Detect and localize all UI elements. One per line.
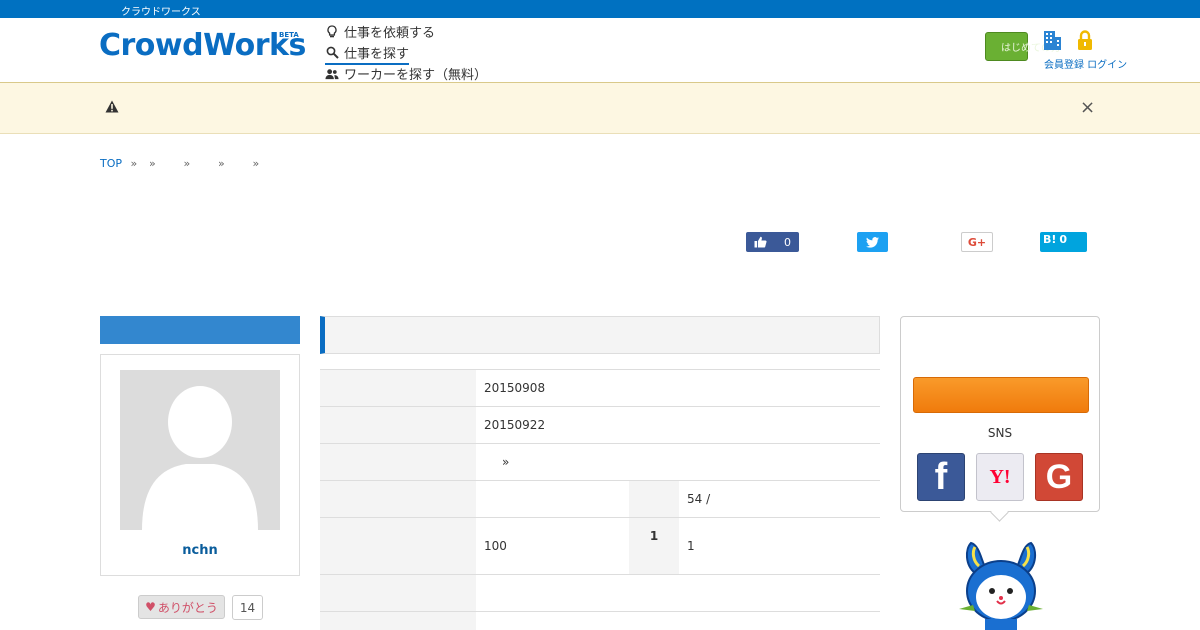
signup-box: SNS f Y! G xyxy=(900,316,1100,512)
facebook-like-button[interactable]: 0 xyxy=(746,232,799,252)
signup-button[interactable] xyxy=(913,377,1089,413)
detail-row: 54 / xyxy=(320,480,880,518)
warning-icon xyxy=(105,100,119,113)
nav-find-job-label: 仕事を探す xyxy=(344,47,410,62)
google-login-button[interactable]: G xyxy=(1035,453,1083,501)
users-icon xyxy=(325,67,339,81)
register-login-links[interactable]: 会員登録 ログイン xyxy=(1044,56,1127,71)
job-detail-header xyxy=(320,316,880,354)
site-header: CrowdWorks BETA 仕事を依頼する 仕事を探す ワーカーを探す（無料… xyxy=(0,18,1200,83)
lock-icon xyxy=(1078,30,1092,50)
detail-row-value-secondary: 54 / xyxy=(687,492,711,506)
detail-row-label xyxy=(320,518,476,575)
nav-post-job-label: 仕事を依頼する xyxy=(344,26,436,41)
breadcrumb-separator: » xyxy=(218,157,225,170)
facebook-login-button[interactable]: f xyxy=(917,453,965,501)
breadcrumb-separator: » xyxy=(149,157,156,170)
detail-row-value-secondary: 1 xyxy=(687,539,695,553)
top-bar-text: クラウドワークス xyxy=(121,7,201,18)
heart-icon: ♥ xyxy=(145,600,156,614)
detail-row-label xyxy=(320,575,476,612)
detail-row: » xyxy=(320,443,880,481)
detail-row-value: 20150922 xyxy=(484,418,546,432)
avatar[interactable] xyxy=(120,370,280,530)
detail-row: 20150908 xyxy=(320,369,880,407)
detail-row-label xyxy=(320,444,476,481)
nav-post-job[interactable]: 仕事を依頼する xyxy=(325,22,435,41)
client-profile-card: nchn xyxy=(100,354,300,576)
detail-row xyxy=(320,611,880,630)
top-bar: クラウドワークス xyxy=(0,0,1200,18)
notice-banner: × xyxy=(0,83,1200,134)
hatena-label: B! xyxy=(1043,233,1057,246)
detail-row: 20150922 xyxy=(320,406,880,444)
lightbulb-icon xyxy=(325,25,339,39)
crowdworks-logo[interactable]: CrowdWorks xyxy=(99,28,306,63)
client-username[interactable]: nchn xyxy=(101,543,299,558)
nav-find-worker-label: ワーカーを探す（無料） xyxy=(344,68,488,83)
building-icon xyxy=(1044,31,1061,50)
breadcrumb-separator: » xyxy=(252,157,260,170)
beta-badge: BETA xyxy=(279,31,299,39)
thumbs-up-icon xyxy=(754,236,767,248)
thanks-button-label: ありがとう xyxy=(157,600,218,615)
breadcrumb-separator: » xyxy=(183,157,191,170)
breadcrumb-top[interactable]: TOP xyxy=(100,157,122,170)
hatena-count: 0 xyxy=(1059,233,1068,246)
detail-row-label xyxy=(320,370,476,407)
twitter-bird-icon xyxy=(866,236,879,248)
thanks-button[interactable]: ♥ ありがとう xyxy=(138,595,225,619)
beginner-button[interactable]: はじめての方 xyxy=(985,32,1061,61)
default-avatar-icon xyxy=(142,386,258,530)
detail-row-link[interactable]: » xyxy=(502,455,509,469)
breadcrumb: TOP » » » » » xyxy=(100,157,284,170)
hatena-bookmark-button[interactable]: B! 0 xyxy=(1040,232,1087,252)
twitter-share-button[interactable] xyxy=(857,232,888,252)
detail-row-label xyxy=(320,481,476,518)
detail-row: 100 1 1 xyxy=(320,517,880,575)
facebook-like-count: 0 xyxy=(784,235,791,249)
detail-row-value: 100 xyxy=(484,539,507,553)
detail-row xyxy=(320,574,880,612)
close-notice-button[interactable]: × xyxy=(1080,97,1095,118)
sns-label: SNS xyxy=(987,426,1013,440)
detail-row-label-secondary xyxy=(629,481,679,518)
google-plus-button[interactable]: G+ xyxy=(961,232,993,252)
client-section-header xyxy=(100,316,300,344)
detail-row-label-secondary: 1 xyxy=(629,518,679,575)
nav-find-job[interactable]: 仕事を探す xyxy=(325,43,410,65)
detail-row-label xyxy=(320,407,476,444)
mascot-rabbit-icon xyxy=(959,541,1043,630)
detail-row-label xyxy=(320,612,476,630)
detail-row-value: 20150908 xyxy=(484,381,546,395)
thanks-count: 14 xyxy=(232,595,263,620)
yahoo-login-button[interactable]: Y! xyxy=(976,453,1024,501)
search-icon xyxy=(325,46,339,60)
nav-find-worker[interactable]: ワーカーを探す（無料） xyxy=(325,64,487,83)
breadcrumb-separator: » xyxy=(130,157,138,170)
